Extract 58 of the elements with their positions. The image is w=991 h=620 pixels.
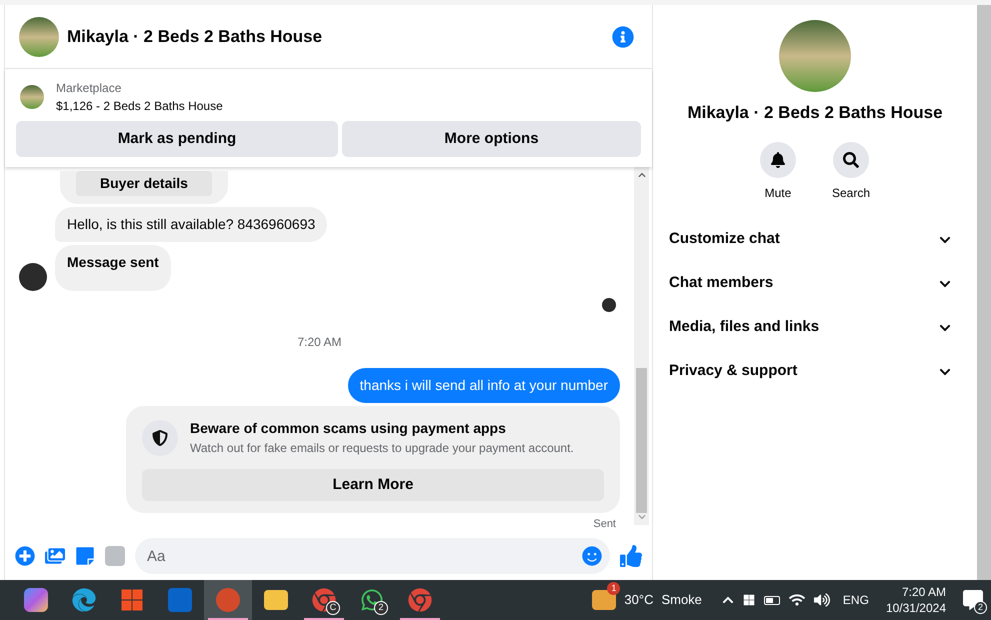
- message-status: Sent: [593, 517, 617, 532]
- message-bubble: thanks i will send all info at your number: [348, 368, 620, 403]
- language-indicator[interactable]: ENG: [842, 591, 869, 609]
- emoji-icon[interactable]: [582, 546, 602, 566]
- app-badge: C: [326, 601, 340, 615]
- message-input[interactable]: Aa: [135, 538, 610, 574]
- house-avatar: [19, 16, 59, 56]
- listing-action-button[interactable]: More options: [342, 121, 641, 157]
- listing-title: $1,126 - 2 Beds 2 Baths House: [56, 98, 223, 115]
- scroll-up-icon[interactable]: [638, 171, 646, 179]
- wifi-icon[interactable]: [788, 592, 805, 608]
- weather-badge: 1: [607, 582, 620, 595]
- app-badge: 2: [374, 601, 388, 615]
- section-header[interactable]: Media, files and links: [669, 306, 961, 350]
- thumbs-up-icon[interactable]: [620, 545, 642, 567]
- warning-text: Watch out for fake emails or requests to upgrade your payment account.: [190, 440, 574, 457]
- details-title: Mikayla · 2 Beds 2 Baths House: [687, 102, 943, 124]
- tray-app-icon[interactable]: [742, 594, 755, 606]
- battery-icon[interactable]: [764, 596, 780, 604]
- search-icon: [843, 152, 859, 168]
- taskbar-app[interactable]: C: [300, 580, 348, 620]
- chrome-icon: [408, 588, 432, 612]
- weather-condition: Smoke: [661, 591, 702, 610]
- clock-time: 7:20 AM: [902, 584, 946, 600]
- taskbar-app[interactable]: [204, 580, 252, 620]
- timestamp: 7:20 AM: [297, 334, 342, 351]
- clock-date: 10/31/2024: [886, 600, 946, 616]
- info-icon[interactable]: [612, 26, 634, 48]
- warning-title: Beware of common scams using payment apps: [190, 419, 507, 438]
- chat-title: Mikayla · 2 Beds 2 Baths House: [67, 26, 324, 48]
- seen-avatar: [602, 298, 616, 312]
- store-icon: [120, 588, 144, 612]
- listing-action-button[interactable]: Mark as pending: [16, 121, 338, 157]
- temperature: 30°C: [624, 591, 654, 610]
- listing-thumbnail: [20, 85, 44, 109]
- notification-badge: 2: [974, 601, 987, 614]
- photo-icon[interactable]: [45, 546, 65, 566]
- taskbar-app[interactable]: 2: [348, 580, 396, 620]
- chrome-icon: [312, 588, 336, 612]
- scrollbar[interactable]: [634, 167, 649, 525]
- section-header[interactable]: Privacy & support: [669, 350, 961, 394]
- scroll-down-icon[interactable]: [638, 513, 646, 521]
- volume-icon[interactable]: [814, 592, 830, 608]
- shield-icon: [142, 420, 178, 456]
- message-bubble: Hello, is this still available? 8436960693: [55, 207, 328, 242]
- section-header[interactable]: Customize chat: [669, 218, 961, 262]
- edge-icon: [72, 588, 96, 612]
- message-bubble: Message sent: [55, 245, 171, 291]
- learn-more-button[interactable]: Learn More: [142, 469, 604, 501]
- add-icon[interactable]: [15, 546, 35, 566]
- bell-icon: [770, 152, 786, 168]
- listing-source: Marketplace: [56, 80, 122, 97]
- sticker-icon[interactable]: [75, 546, 95, 566]
- tray-chevron-icon[interactable]: [722, 594, 734, 606]
- page-scrollbar[interactable]: [977, 5, 991, 580]
- buyer-details-button[interactable]: Buyer details: [76, 171, 212, 196]
- section-header[interactable]: Chat members: [669, 262, 961, 306]
- user-avatar: [19, 263, 47, 291]
